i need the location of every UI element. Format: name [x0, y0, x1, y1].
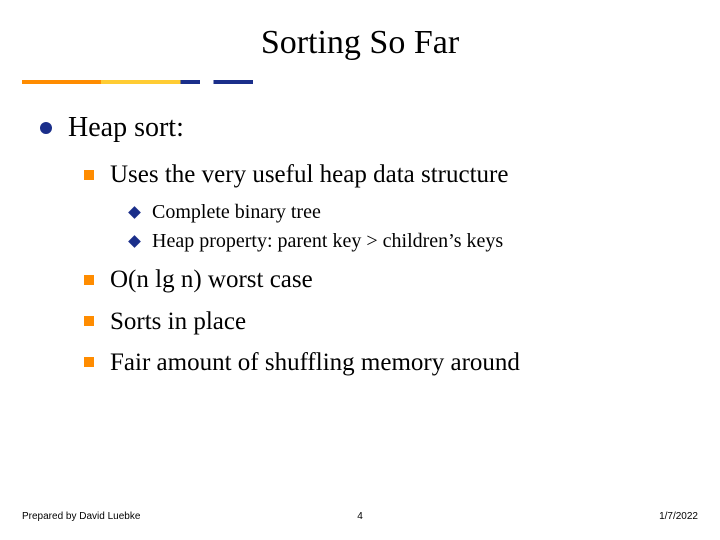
diamond-bullet-icon	[130, 200, 152, 225]
bullet-text: Fair amount of shuffling memory around	[110, 347, 520, 378]
bullet-text: Complete binary tree	[152, 200, 321, 225]
slide-title: Sorting So Far	[0, 0, 720, 80]
square-bullet-icon	[84, 159, 110, 190]
level3-group: Complete binary tree Heap property: pare…	[130, 200, 680, 254]
bullet-level2: Fair amount of shuffling memory around	[84, 347, 680, 378]
bullet-text: O(n lg n) worst case	[110, 264, 313, 295]
square-bullet-icon	[84, 306, 110, 337]
square-bullet-icon	[84, 347, 110, 378]
bullet-level2: Sorts in place	[84, 306, 680, 337]
circle-bullet-icon	[40, 110, 68, 145]
bullet-level3: Complete binary tree	[130, 200, 680, 225]
slide-body: Heap sort: Uses the very useful heap dat…	[0, 84, 720, 378]
slide: Sorting So Far Heap sort: Uses the very …	[0, 0, 720, 540]
footer-author: Prepared by David Luebke	[22, 511, 140, 522]
diamond-bullet-icon	[130, 229, 152, 254]
bullet-level2: Uses the very useful heap data structure	[84, 159, 680, 190]
bullet-text: Heap property: parent key > children’s k…	[152, 229, 503, 254]
footer-page-number: 4	[357, 511, 363, 522]
bullet-level3: Heap property: parent key > children’s k…	[130, 229, 680, 254]
bullet-text: Sorts in place	[110, 306, 246, 337]
slide-footer: Prepared by David Luebke 4 1/7/2022	[0, 511, 720, 522]
bullet-level2: O(n lg n) worst case	[84, 264, 680, 295]
level2-group: Uses the very useful heap data structure…	[84, 159, 680, 378]
bullet-text: Uses the very useful heap data structure	[110, 159, 508, 190]
bullet-text: Heap sort:	[68, 110, 184, 145]
bullet-level1: Heap sort:	[40, 110, 680, 145]
square-bullet-icon	[84, 264, 110, 295]
footer-date: 1/7/2022	[659, 511, 698, 522]
